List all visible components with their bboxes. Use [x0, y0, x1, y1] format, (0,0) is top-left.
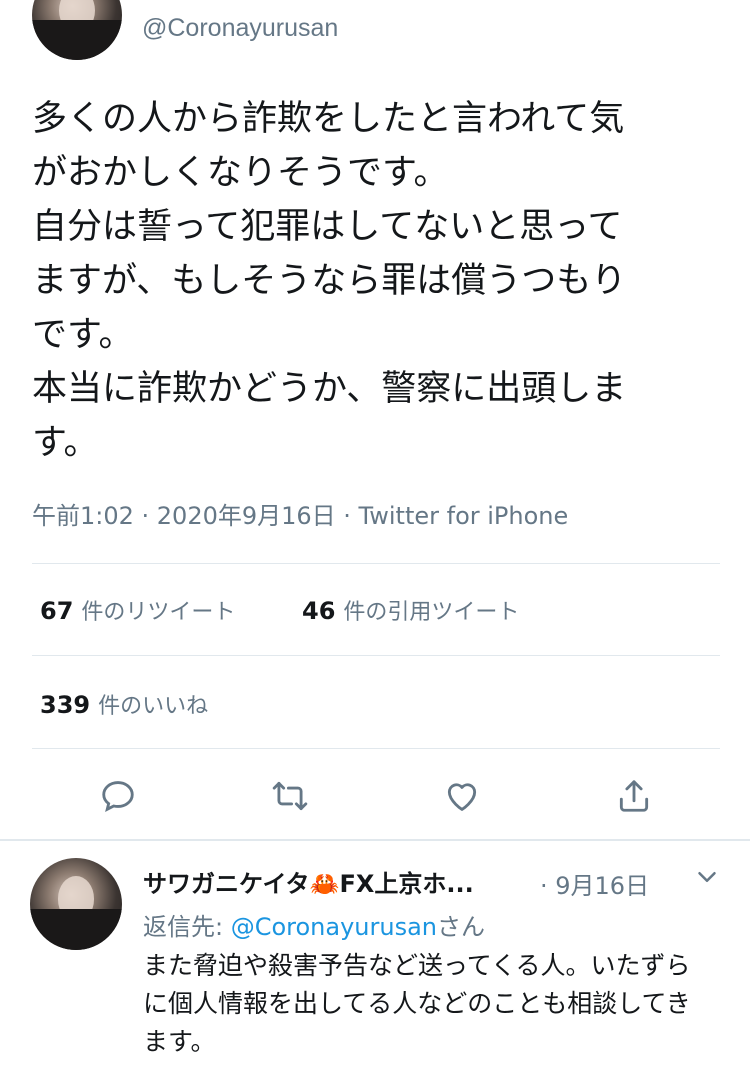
reply-to-mention[interactable]: @Coronayurusan — [231, 913, 437, 941]
likes-stat[interactable]: 339 件のいいね — [40, 688, 208, 720]
author-handle[interactable]: @Coronayurusan — [142, 14, 338, 43]
replying-to: 返信先: @Coronayurusanさん — [143, 907, 485, 942]
reply-date[interactable]: · 9月16日 — [540, 866, 649, 901]
reply-to-suffix: さん — [437, 913, 486, 941]
quotes-stat[interactable]: 46 件の引用ツイート — [302, 594, 519, 626]
share-icon — [619, 780, 649, 812]
divider — [32, 655, 720, 656]
retweets-label: 件のリツイート — [81, 600, 236, 625]
retweet-button[interactable] — [268, 774, 312, 818]
tweet-timestamp[interactable]: 午前1:02 · 2020年9月16日 · Twitter for iPhone — [32, 496, 568, 531]
like-icon — [447, 783, 477, 811]
display-name-cutoff — [142, 0, 462, 4]
chevron-down-icon[interactable] — [692, 862, 722, 892]
quotes-count: 46 — [302, 597, 336, 625]
divider — [32, 748, 720, 749]
reply-icon — [102, 781, 134, 812]
reply-to-prefix: 返信先: — [143, 913, 231, 941]
retweet-icon — [272, 781, 308, 811]
likes-label: 件のいいね — [98, 694, 209, 719]
divider — [32, 563, 720, 564]
retweets-count: 67 — [40, 597, 74, 625]
likes-count: 339 — [40, 691, 91, 719]
author-avatar[interactable] — [32, 0, 122, 60]
section-divider — [0, 839, 750, 841]
like-button[interactable] — [440, 774, 484, 818]
reply-author-avatar[interactable] — [30, 858, 122, 950]
tweet-text: 多くの人から詐欺をしたと言われて気 がおかしくなりそうです。 自分は誓って犯罪は… — [32, 99, 627, 463]
quotes-label: 件の引用ツイート — [343, 600, 520, 625]
reply-button[interactable] — [96, 774, 140, 818]
retweets-stat[interactable]: 67 件のリツイート — [40, 594, 235, 626]
reply-author-name[interactable]: サワガニケイタ🦀FX上京ホ... — [143, 864, 474, 899]
share-button[interactable] — [612, 774, 656, 818]
reply-text: また脅迫や殺害予告など送ってくる人。いたずら に個人情報を出してる人などのことも… — [143, 951, 691, 1056]
